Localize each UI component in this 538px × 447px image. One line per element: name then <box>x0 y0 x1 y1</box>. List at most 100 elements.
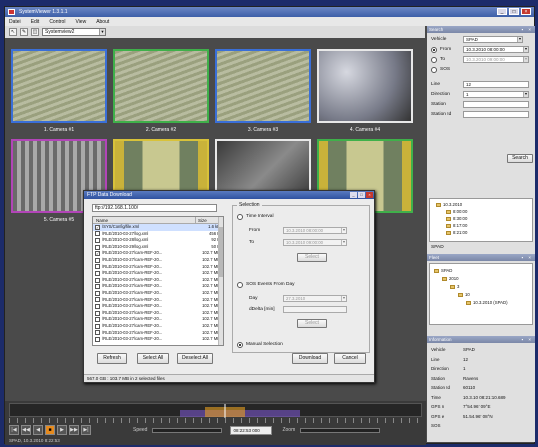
file-row[interactable]: ✓/SYS/Config/file.xml 1.6 kB <box>93 224 223 231</box>
file-checkbox[interactable] <box>95 323 100 329</box>
minimize-button[interactable]: _ <box>497 8 507 15</box>
tree-node[interactable]: 10.3.2010 (SPAD) <box>466 300 508 305</box>
file-checkbox[interactable] <box>95 244 100 250</box>
menu-datei[interactable]: Datei <box>9 19 21 25</box>
vehicle-select[interactable]: SPAD ▼ <box>463 36 523 43</box>
delta-field[interactable] <box>283 306 347 313</box>
time-select-button[interactable]: Select <box>297 253 327 262</box>
from-datetime-field[interactable]: 10.3.2010 08:00:00 ▼ <box>283 227 347 234</box>
station-id-field[interactable] <box>463 111 529 118</box>
panel-pin-icon[interactable]: ▪ × <box>522 26 533 33</box>
view-combo[interactable]: Systemview2 ▼ <box>42 28 106 36</box>
sos-events-radio[interactable] <box>237 282 243 288</box>
timeline-track[interactable] <box>9 403 422 418</box>
file-checkbox[interactable] <box>95 257 100 263</box>
file-row[interactable]: /RLE/2010-03-27/cam-REF-20... 102.7 MB <box>93 336 223 343</box>
step-back-icon[interactable]: ◀ <box>33 425 43 435</box>
from-radio[interactable] <box>431 47 437 53</box>
panel-pin-icon[interactable]: ▪ × <box>522 254 533 261</box>
close-button[interactable]: × <box>521 8 531 15</box>
file-row[interactable]: /RLE/2010-03-27/cam-REF-20... 102.7 MB <box>93 310 223 317</box>
tree-node[interactable]: 8:21:00 <box>446 230 467 235</box>
result-tree[interactable]: 10.3.2010 8:00:00 8:30:00 8:17:00 8:21:0… <box>429 198 533 242</box>
file-row[interactable]: ✓/RLE/2010-03-27/cam-REF-20... 102.7 MB <box>93 250 223 257</box>
sos-radio[interactable] <box>431 67 437 73</box>
file-row[interactable]: /RLE/2010-03-27/cam-REF-20... 102.7 MB <box>93 316 223 323</box>
day-field[interactable]: 27.3.2010 ▼ <box>283 295 347 302</box>
search-button[interactable]: Search <box>507 154 533 163</box>
tree-node[interactable]: 10 <box>458 292 470 297</box>
dialog-minimize-button[interactable]: _ <box>350 192 357 198</box>
menu-view[interactable]: View <box>75 19 86 25</box>
scrollbar-thumb[interactable] <box>219 227 223 277</box>
station-field[interactable] <box>463 101 529 108</box>
manual-selection-radio[interactable] <box>237 342 243 348</box>
file-row[interactable]: /RLE/2010-03-27/cam-REF-20... 102.7 MB <box>93 257 223 264</box>
camera-3-view[interactable] <box>215 49 311 123</box>
file-checkbox[interactable] <box>95 317 100 323</box>
zoom-slider[interactable] <box>300 427 381 433</box>
camera-2-view[interactable] <box>113 49 209 123</box>
from-datetime[interactable]: 10.3.2010 08:00:00 ▼ <box>463 46 529 53</box>
time-interval-radio[interactable] <box>237 214 243 220</box>
panel-pin-icon[interactable]: ▪ × <box>522 336 533 343</box>
file-checkbox[interactable] <box>95 303 100 309</box>
rewind-icon[interactable]: ◀◀ <box>21 425 31 435</box>
speed-slider[interactable] <box>152 427 223 433</box>
tree-node[interactable]: 8:17:00 <box>446 223 467 228</box>
file-row[interactable]: /RLE/2010-03-27/cam-REF-20... 102.7 MB <box>93 297 223 304</box>
file-list[interactable]: Name Size ✓/SYS/Config/file.xml 1.6 kB/RL… <box>92 216 224 346</box>
file-checkbox[interactable] <box>95 336 100 342</box>
file-row[interactable]: /RLE/2010-03-27/cam-REF-20... 102.7 MB <box>93 270 223 277</box>
file-checkbox[interactable] <box>95 277 100 283</box>
play-icon[interactable]: ▶ <box>57 425 67 435</box>
ftp-path-field[interactable]: ftp://192.168.1.100/ <box>92 204 217 212</box>
file-checkbox[interactable] <box>95 310 100 316</box>
menu-control[interactable]: Control <box>49 19 65 25</box>
file-row[interactable]: /RLE/2010-03-27/cam-REF-20... 102.7 MB <box>93 303 223 310</box>
file-row[interactable]: /RLE/2010-03-27/cam-REF-20... 102.7 MB <box>93 283 223 290</box>
file-checkbox[interactable] <box>95 237 100 243</box>
dialog-maximize-button[interactable]: □ <box>358 192 365 198</box>
file-row[interactable]: /RLE/2010-03-28/log.xml 92 B <box>93 237 223 244</box>
deselect-all-button[interactable]: Deselect All <box>177 353 213 364</box>
to-datetime-field[interactable]: 10.3.2010 09:00:00 ▼ <box>283 239 347 246</box>
file-row[interactable]: /RLE/2010-03-27/log.xml 456 B <box>93 231 223 238</box>
to-radio[interactable] <box>431 57 437 63</box>
pointer-tool-icon[interactable]: ↖ <box>9 28 17 36</box>
file-row[interactable]: /RLE/2010-03-27/cam-REF-20... 102.7 MB <box>93 264 223 271</box>
cancel-button[interactable]: Cancel <box>334 353 366 364</box>
sos-select-button[interactable]: Select <box>297 319 327 328</box>
tree-node[interactable]: 3 <box>450 284 459 289</box>
file-checkbox[interactable] <box>95 270 100 276</box>
fleet-tree[interactable]: SPAD 2010 3 10 10.3.2010 (SPAD) <box>429 263 533 325</box>
file-checkbox[interactable]: ✓ <box>95 224 100 230</box>
file-row[interactable]: /RLE/2010-03-27/cam-REF-20... 102.7 MB <box>93 323 223 330</box>
to-datetime[interactable]: 10.3.2010 09:00:00 ▼ <box>463 56 529 63</box>
file-checkbox[interactable] <box>95 290 100 296</box>
file-row[interactable]: /RLE/2010-03-27/cam-REF-20... 102.7 MB <box>93 330 223 337</box>
tree-node[interactable]: SPAD <box>434 268 452 273</box>
stop-icon[interactable]: ■ <box>45 425 55 435</box>
file-checkbox[interactable] <box>95 284 100 290</box>
file-checkbox[interactable] <box>95 264 100 270</box>
file-list-scrollbar[interactable] <box>218 217 223 345</box>
line-field[interactable]: 12 <box>463 81 529 88</box>
select-all-button[interactable]: Select All <box>137 353 169 364</box>
file-checkbox[interactable]: ✓ <box>95 251 100 257</box>
direction-select[interactable]: 1 ▼ <box>463 91 529 98</box>
camera-4-view[interactable] <box>317 49 413 123</box>
tree-node[interactable]: 8:30:00 <box>446 216 467 221</box>
file-row[interactable]: /RLE/2010-03-27/cam-REF-20... 102.7 MB <box>93 277 223 284</box>
file-checkbox[interactable] <box>95 330 100 336</box>
column-name[interactable]: Name <box>93 217 195 223</box>
maximize-button[interactable]: □ <box>509 8 519 15</box>
dialog-close-button[interactable]: × <box>366 192 373 198</box>
menu-edit[interactable]: Edit <box>31 19 40 25</box>
file-checkbox[interactable] <box>95 297 100 303</box>
refresh-button[interactable]: Refresh <box>97 353 127 364</box>
fast-forward-icon[interactable]: ▶▶ <box>69 425 79 435</box>
file-checkbox[interactable] <box>95 231 100 237</box>
skip-start-icon[interactable]: |◀ <box>9 425 19 435</box>
tree-node[interactable]: 2010 <box>442 276 459 281</box>
